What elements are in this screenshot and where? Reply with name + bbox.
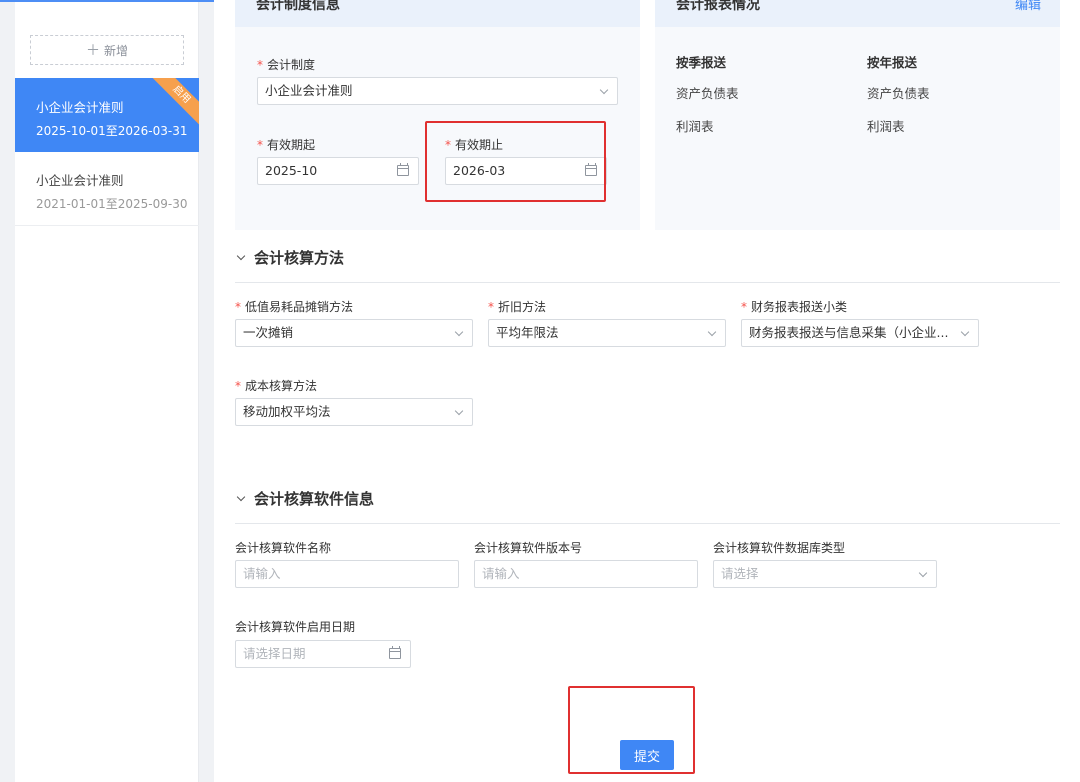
report-type-label: * 财务报表报送小类 bbox=[741, 300, 848, 314]
system-label: * 会计制度 bbox=[257, 58, 316, 72]
required-mark: * bbox=[235, 300, 241, 314]
highlight-box bbox=[425, 121, 606, 202]
edit-link[interactable]: 编辑 bbox=[1015, 0, 1041, 13]
cost-method-select[interactable]: 移动加权平均法 bbox=[235, 398, 473, 426]
required-mark: * bbox=[257, 138, 263, 152]
start-date-picker[interactable]: 2025-10 bbox=[257, 157, 419, 185]
chevron-down-icon bbox=[960, 327, 970, 337]
report-card: 会计报表情况 编辑 按季报送 按年报送 资产负债表 利润表 资产负债表 利润表 bbox=[655, 0, 1060, 230]
calendar-icon bbox=[397, 163, 409, 176]
rule-range: 2021-01-01至2025-09-30 bbox=[36, 197, 188, 211]
card-title: 会计报表情况 bbox=[676, 0, 760, 13]
software-start-date-label: 会计核算软件启用日期 bbox=[235, 620, 356, 634]
highlight-box bbox=[568, 686, 695, 774]
software-section-header[interactable]: 会计核算软件信息 bbox=[235, 488, 374, 509]
chevron-down-icon bbox=[454, 327, 464, 337]
required-mark: * bbox=[235, 379, 241, 393]
add-rule-label: 新增 bbox=[103, 43, 128, 58]
chevron-down-icon bbox=[236, 492, 246, 501]
database-type-select[interactable]: 请选择 bbox=[713, 560, 937, 588]
rule-name: 小企业会计准则 bbox=[36, 173, 124, 188]
divider bbox=[235, 282, 1060, 283]
chevron-down-icon bbox=[599, 85, 609, 95]
rule-sidebar: ＋ 新增 小企业会计准则 2025-10-01至2026-03-31 启用 小企… bbox=[15, 2, 199, 782]
method-section-header[interactable]: 会计核算方法 bbox=[235, 247, 344, 268]
low-value-label: * 低值易耗品摊销方法 bbox=[235, 300, 354, 314]
quarterly-heading: 按季报送 bbox=[676, 55, 727, 70]
system-select[interactable]: 小企业会计准则 bbox=[257, 77, 618, 105]
yearly-heading: 按年报送 bbox=[867, 55, 918, 70]
card-header: 会计报表情况 编辑 bbox=[655, 0, 1060, 27]
report-type-select[interactable]: 财务报表报送与信息采集（小企业... bbox=[741, 319, 979, 347]
rule-item[interactable]: 小企业会计准则 2021-01-01至2025-09-30 bbox=[15, 152, 199, 226]
depreciation-select[interactable]: 平均年限法 bbox=[488, 319, 726, 347]
required-mark: * bbox=[488, 300, 494, 314]
rule-range: 2025-10-01至2026-03-31 bbox=[36, 124, 188, 138]
quarterly-report-item: 资产负债表 bbox=[676, 86, 739, 101]
start-date-label: * 有效期起 bbox=[257, 138, 316, 152]
main-content: 会计制度信息 * 会计制度 小企业会计准则 * 有效期起 2025-10 * 有效期止… bbox=[214, 0, 1080, 782]
depreciation-label: * 折旧方法 bbox=[488, 300, 547, 314]
required-mark: * bbox=[257, 58, 263, 72]
rule-name: 小企业会计准则 bbox=[36, 100, 124, 115]
yearly-report-item: 资产负债表 bbox=[867, 86, 930, 101]
quarterly-report-item: 利润表 bbox=[676, 119, 714, 134]
chevron-down-icon bbox=[454, 406, 464, 416]
cost-method-label: * 成本核算方法 bbox=[235, 379, 318, 393]
software-start-date-picker[interactable]: 请选择日期 bbox=[235, 640, 411, 668]
add-rule-button[interactable]: ＋ 新增 bbox=[30, 35, 184, 65]
chevron-down-icon bbox=[707, 327, 717, 337]
card-title: 会计制度信息 bbox=[256, 0, 340, 13]
calendar-icon bbox=[389, 646, 401, 659]
software-name-input[interactable]: 请输入 bbox=[235, 560, 459, 588]
chevron-down-icon bbox=[918, 568, 928, 578]
software-version-label: 会计核算软件版本号 bbox=[474, 541, 583, 555]
yearly-report-item: 利润表 bbox=[867, 119, 905, 134]
card-header: 会计制度信息 bbox=[235, 0, 640, 27]
software-name-label: 会计核算软件名称 bbox=[235, 541, 332, 555]
section-title: 会计核算方法 bbox=[254, 249, 345, 267]
software-version-input[interactable]: 请输入 bbox=[474, 560, 698, 588]
section-title: 会计核算软件信息 bbox=[254, 490, 375, 508]
plus-icon: ＋ bbox=[85, 43, 100, 59]
low-value-select[interactable]: 一次摊销 bbox=[235, 319, 473, 347]
divider bbox=[235, 523, 1060, 524]
rule-item-active[interactable]: 小企业会计准则 2025-10-01至2026-03-31 启用 bbox=[15, 78, 199, 152]
required-mark: * bbox=[741, 300, 747, 314]
chevron-down-icon bbox=[236, 251, 246, 260]
database-type-label: 会计核算软件数据库类型 bbox=[713, 541, 846, 555]
